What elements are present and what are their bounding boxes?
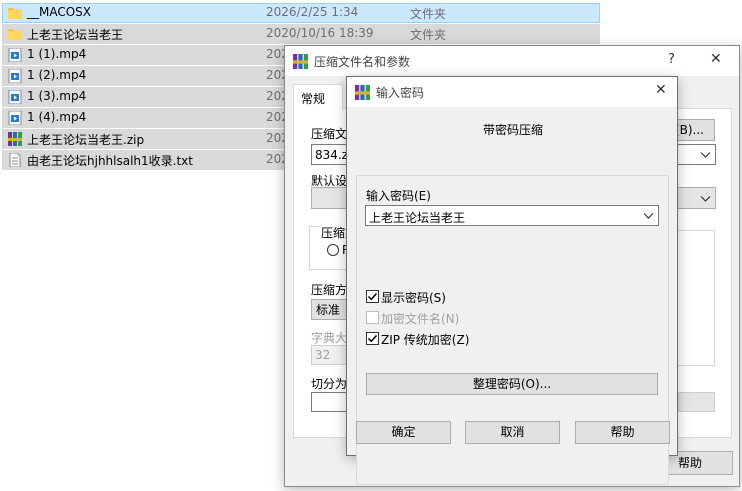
dialog-title: 压缩文件名和参数 <box>314 55 411 69</box>
zip-legacy-encryption-checkbox[interactable] <box>366 332 379 345</box>
file-name: 1 (3).mp4 <box>27 89 87 103</box>
set-password-button[interactable] <box>678 392 715 412</box>
help-icon[interactable]: ? <box>668 52 675 67</box>
file-name: 1 (2).mp4 <box>27 68 87 82</box>
archive-name-label: 压缩文 <box>311 127 348 141</box>
encrypt-filenames-label[interactable]: 加密文件名(N) <box>381 310 459 327</box>
video-file-icon <box>8 69 22 83</box>
video-file-icon <box>8 111 22 125</box>
winrar-app-icon <box>293 54 308 69</box>
dict-size-combo[interactable]: 32 <box>311 345 351 365</box>
method-label: 压缩方 <box>311 283 348 297</box>
help-button[interactable]: 帮助 <box>575 421 670 444</box>
close-icon[interactable]: ✕ <box>710 51 722 67</box>
tab-general[interactable]: 常规 <box>293 84 343 110</box>
format-radio[interactable] <box>327 244 339 256</box>
folder-icon <box>8 29 22 40</box>
split-label: 切分为 <box>311 377 348 391</box>
show-password-label[interactable]: 显示密码(S) <box>381 289 446 306</box>
file-name: 上老王论坛当老王.zip <box>27 133 145 147</box>
file-name: 1 (4).mp4 <box>27 110 87 124</box>
title-bar[interactable]: 输入密码 ✕ <box>347 77 677 107</box>
video-file-icon <box>8 90 22 104</box>
organize-passwords-button[interactable]: 整理密码(O)... <box>366 373 658 395</box>
chevron-down-icon <box>700 152 711 158</box>
checkmark-icon <box>367 334 378 343</box>
password-input[interactable]: 上老王论坛当老王 <box>365 205 659 226</box>
dict-size-label: 字典大 <box>311 331 348 345</box>
winrar-app-icon <box>355 85 370 100</box>
enter-password-dialog: 输入密码 ✕ 带密码压缩 输入密码(E) 上老王论坛当老王 显示密码(S) 加密… <box>346 76 678 485</box>
password-label: 输入密码(E) <box>366 189 431 203</box>
ok-button[interactable]: 确定 <box>356 421 451 444</box>
dialog-heading: 带密码压缩 <box>483 123 544 137</box>
file-date: 2026/2/25 1:34 <box>266 5 359 19</box>
file-name: 由老王论坛hjhhlsalh1收录.txt <box>27 154 193 168</box>
text-file-icon <box>9 153 21 167</box>
file-name: 1 (1).mp4 <box>27 47 87 61</box>
folder-icon <box>8 8 22 19</box>
file-date: 2020/10/16 18:39 <box>266 26 374 40</box>
split-field[interactable] <box>311 392 351 412</box>
encrypt-filenames-checkbox[interactable] <box>366 311 379 324</box>
zip-legacy-encryption-label[interactable]: ZIP 传统加密(Z) <box>381 331 469 348</box>
file-type: 文件夹 <box>410 28 447 42</box>
chevron-down-icon <box>643 213 654 219</box>
checkmark-icon <box>367 292 378 301</box>
winrar-archive-icon <box>8 132 22 146</box>
show-password-checkbox[interactable] <box>366 290 379 303</box>
close-icon[interactable]: ✕ <box>655 82 667 98</box>
cancel-button[interactable]: 取消 <box>465 421 560 444</box>
file-name: __MACOSX <box>27 5 92 19</box>
video-file-icon <box>8 48 22 62</box>
method-combo[interactable]: 标准 <box>311 299 351 320</box>
file-type: 文件夹 <box>410 7 447 21</box>
dialog-title: 输入密码 <box>376 86 425 100</box>
chevron-down-icon <box>700 196 711 202</box>
title-bar[interactable]: 压缩文件名和参数 ? ✕ <box>285 46 739 76</box>
file-name: 上老王论坛当老王 <box>27 28 124 42</box>
